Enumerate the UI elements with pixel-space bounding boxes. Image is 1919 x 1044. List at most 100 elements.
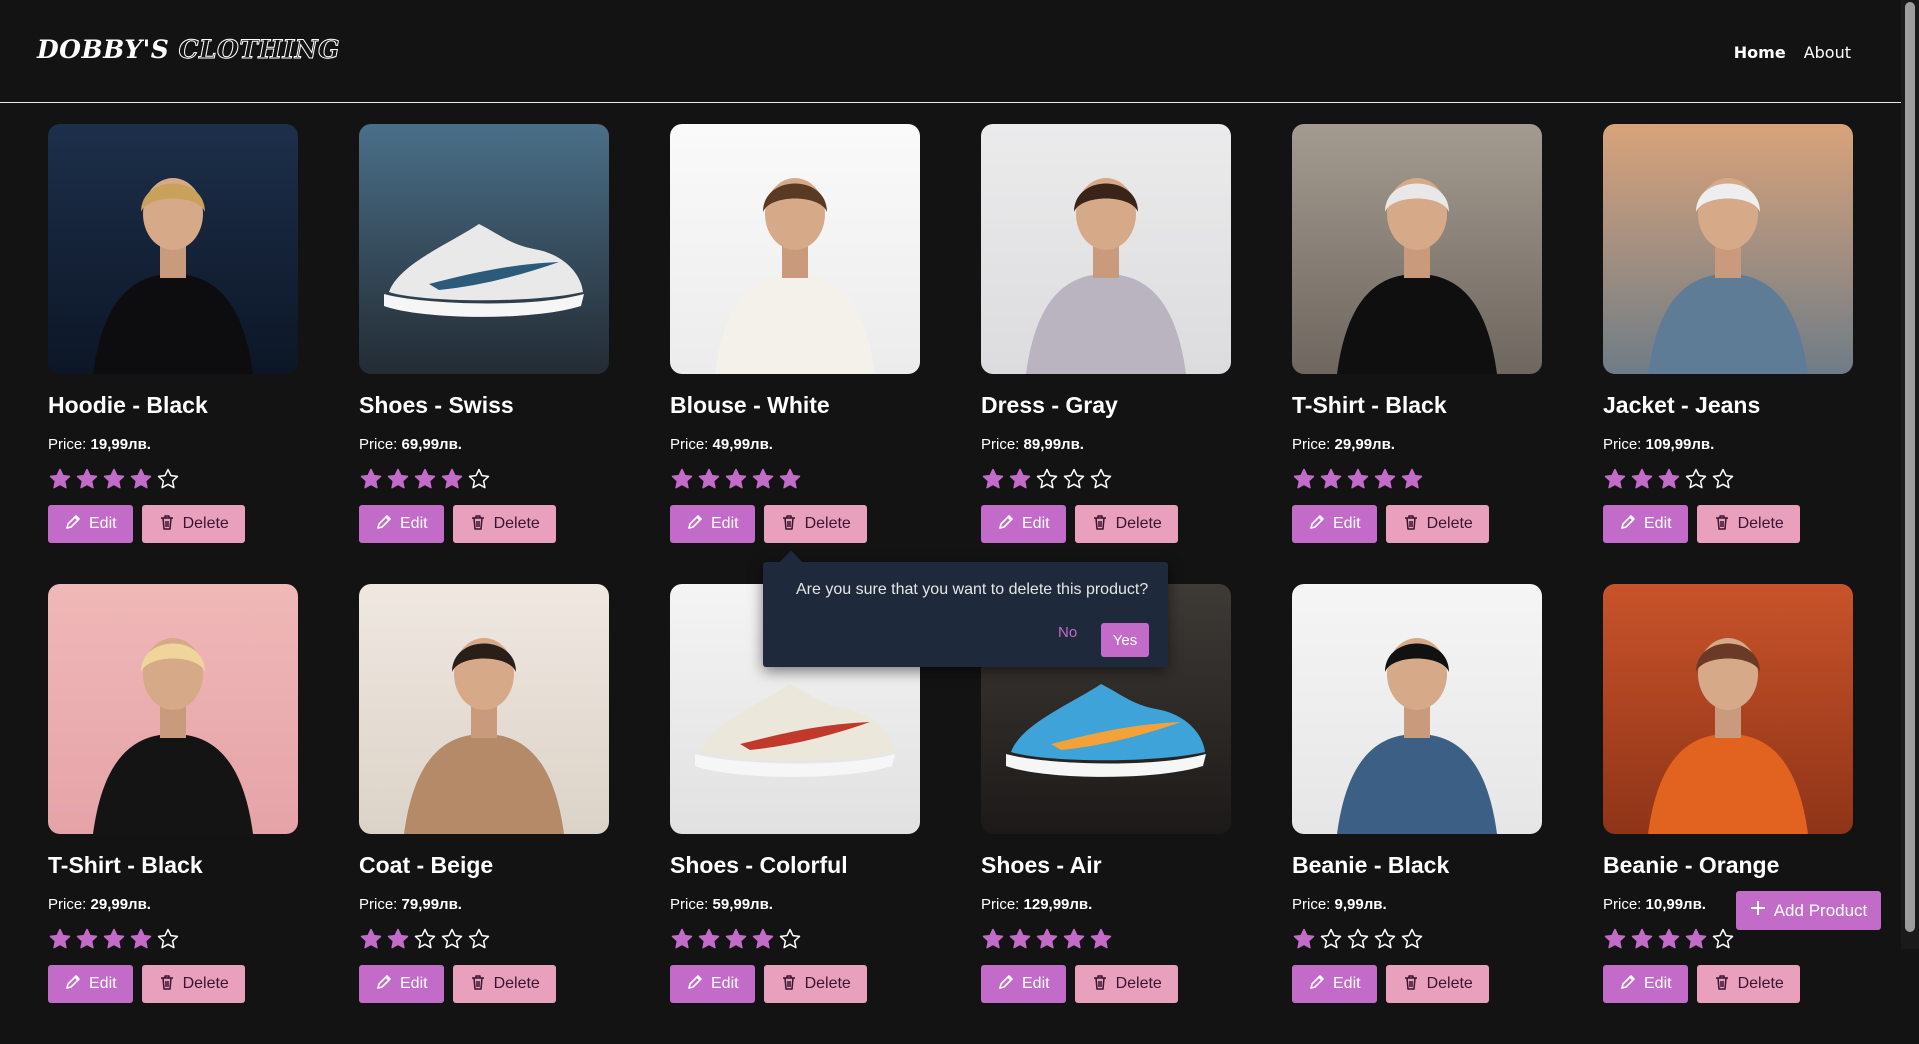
star-filled-icon[interactable] — [75, 467, 99, 491]
star-filled-icon[interactable] — [48, 927, 72, 951]
star-rating[interactable] — [48, 927, 298, 951]
confirm-yes-button[interactable]: Yes — [1101, 623, 1149, 657]
star-filled-icon[interactable] — [1008, 467, 1032, 491]
product-image[interactable] — [359, 584, 609, 834]
edit-button[interactable]: Edit — [981, 505, 1066, 543]
confirm-no-button[interactable]: No — [1058, 624, 1077, 641]
star-filled-icon[interactable] — [1319, 467, 1343, 491]
star-filled-icon[interactable] — [1630, 467, 1654, 491]
star-filled-icon[interactable] — [1684, 927, 1708, 951]
star-empty-icon[interactable] — [1373, 927, 1397, 951]
star-filled-icon[interactable] — [1292, 467, 1316, 491]
star-filled-icon[interactable] — [697, 927, 721, 951]
star-empty-icon[interactable] — [1684, 467, 1708, 491]
star-filled-icon[interactable] — [1400, 467, 1424, 491]
star-empty-icon[interactable] — [1089, 467, 1113, 491]
add-product-button[interactable]: Add Product — [1736, 891, 1881, 930]
edit-button[interactable]: Edit — [670, 965, 755, 1003]
star-filled-icon[interactable] — [413, 467, 437, 491]
edit-button[interactable]: Edit — [1292, 505, 1377, 543]
star-filled-icon[interactable] — [386, 927, 410, 951]
star-empty-icon[interactable] — [1711, 927, 1735, 951]
star-filled-icon[interactable] — [1373, 467, 1397, 491]
star-filled-icon[interactable] — [724, 467, 748, 491]
star-filled-icon[interactable] — [359, 927, 383, 951]
star-rating[interactable] — [670, 927, 920, 951]
star-rating[interactable] — [1603, 927, 1853, 951]
nav-home-link[interactable]: Home — [1734, 43, 1786, 62]
product-image[interactable] — [1292, 124, 1542, 374]
product-image[interactable] — [1603, 584, 1853, 834]
star-empty-icon[interactable] — [467, 467, 491, 491]
star-filled-icon[interactable] — [1008, 927, 1032, 951]
edit-button[interactable]: Edit — [1603, 505, 1688, 543]
delete-button[interactable]: Delete — [1385, 505, 1489, 543]
edit-button[interactable]: Edit — [359, 505, 444, 543]
star-empty-icon[interactable] — [156, 927, 180, 951]
star-filled-icon[interactable] — [1657, 467, 1681, 491]
star-filled-icon[interactable] — [1089, 927, 1113, 951]
star-filled-icon[interactable] — [1657, 927, 1681, 951]
product-image[interactable] — [1603, 124, 1853, 374]
edit-button[interactable]: Edit — [981, 965, 1066, 1003]
star-filled-icon[interactable] — [1062, 927, 1086, 951]
product-image[interactable] — [981, 124, 1231, 374]
product-image[interactable] — [359, 124, 609, 374]
star-filled-icon[interactable] — [724, 927, 748, 951]
edit-button[interactable]: Edit — [48, 505, 133, 543]
delete-button[interactable]: Delete — [763, 505, 867, 543]
star-rating[interactable] — [1292, 467, 1542, 491]
delete-button[interactable]: Delete — [1074, 965, 1178, 1003]
star-filled-icon[interactable] — [981, 927, 1005, 951]
scrollbar-thumb[interactable] — [1905, 2, 1915, 932]
star-empty-icon[interactable] — [1400, 927, 1424, 951]
star-empty-icon[interactable] — [1346, 927, 1370, 951]
star-filled-icon[interactable] — [1035, 927, 1059, 951]
star-filled-icon[interactable] — [48, 467, 72, 491]
star-empty-icon[interactable] — [1319, 927, 1343, 951]
star-empty-icon[interactable] — [778, 927, 802, 951]
product-image[interactable] — [48, 124, 298, 374]
star-filled-icon[interactable] — [1292, 927, 1316, 951]
delete-button[interactable]: Delete — [1696, 965, 1800, 1003]
star-empty-icon[interactable] — [413, 927, 437, 951]
delete-button[interactable]: Delete — [1074, 505, 1178, 543]
star-rating[interactable] — [981, 467, 1231, 491]
star-filled-icon[interactable] — [129, 927, 153, 951]
edit-button[interactable]: Edit — [48, 965, 133, 1003]
star-empty-icon[interactable] — [1711, 467, 1735, 491]
star-filled-icon[interactable] — [981, 467, 1005, 491]
star-rating[interactable] — [48, 467, 298, 491]
star-rating[interactable] — [1603, 467, 1853, 491]
product-image[interactable] — [1292, 584, 1542, 834]
star-empty-icon[interactable] — [1035, 467, 1059, 491]
edit-button[interactable]: Edit — [670, 505, 755, 543]
star-filled-icon[interactable] — [751, 927, 775, 951]
product-image[interactable] — [670, 124, 920, 374]
delete-button[interactable]: Delete — [452, 965, 556, 1003]
delete-button[interactable]: Delete — [763, 965, 867, 1003]
star-rating[interactable] — [359, 927, 609, 951]
star-empty-icon[interactable] — [440, 927, 464, 951]
star-filled-icon[interactable] — [670, 467, 694, 491]
star-filled-icon[interactable] — [1603, 467, 1627, 491]
product-image[interactable] — [48, 584, 298, 834]
nav-about-link[interactable]: About — [1804, 43, 1851, 62]
star-filled-icon[interactable] — [359, 467, 383, 491]
star-rating[interactable] — [359, 467, 609, 491]
star-filled-icon[interactable] — [1346, 467, 1370, 491]
edit-button[interactable]: Edit — [359, 965, 444, 1003]
delete-button[interactable]: Delete — [452, 505, 556, 543]
star-filled-icon[interactable] — [778, 467, 802, 491]
star-empty-icon[interactable] — [156, 467, 180, 491]
star-empty-icon[interactable] — [467, 927, 491, 951]
star-rating[interactable] — [1292, 927, 1542, 951]
delete-button[interactable]: Delete — [1696, 505, 1800, 543]
star-filled-icon[interactable] — [102, 467, 126, 491]
star-filled-icon[interactable] — [75, 927, 99, 951]
star-rating[interactable] — [981, 927, 1231, 951]
site-logo[interactable]: DOBBY'S CLOTHING — [37, 35, 340, 65]
star-filled-icon[interactable] — [440, 467, 464, 491]
star-filled-icon[interactable] — [670, 927, 694, 951]
star-filled-icon[interactable] — [386, 467, 410, 491]
